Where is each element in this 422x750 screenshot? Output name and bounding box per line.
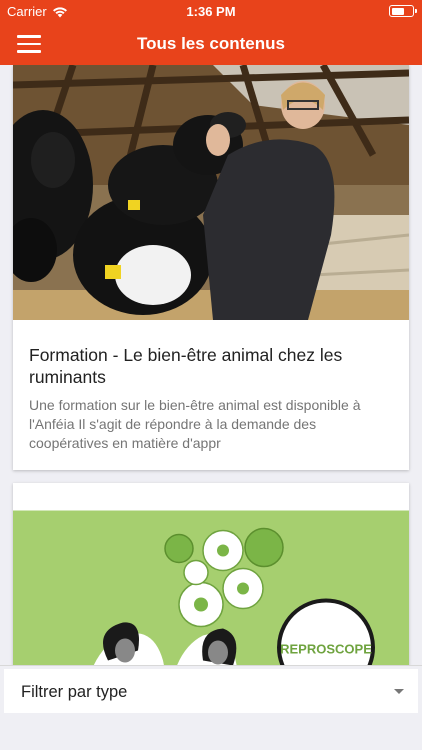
page-title: Tous les contenus: [137, 34, 285, 53]
filter-bar: Filtrer par type: [0, 665, 422, 750]
nav-bar: Tous les contenus: [0, 22, 422, 65]
card-image-reproscope: REPROSCOPE: [13, 510, 409, 665]
filter-label: Filtrer par type: [21, 683, 128, 701]
filter-type-select[interactable]: Filtrer par type: [4, 669, 418, 713]
card-excerpt: Une formation sur le bien-être animal es…: [29, 397, 361, 451]
chevron-down-icon: [394, 689, 404, 694]
status-bar: Carrier 1:36 PM: [0, 0, 422, 22]
content-card[interactable]: Formation - Le bien-être animal chez les…: [13, 65, 409, 470]
battery-icon: [389, 5, 417, 17]
card-title: Formation - Le bien-être animal chez les…: [29, 345, 343, 387]
reproscope-logo: REPROSCOPE: [280, 642, 372, 657]
content-card[interactable]: REPROSCOPE: [13, 483, 409, 665]
content-feed[interactable]: Formation - Le bien-être animal chez les…: [0, 65, 422, 665]
card-body: Formation - Le bien-être animal chez les…: [13, 320, 409, 469]
status-time: 1:36 PM: [186, 4, 236, 19]
card-image-cows: [13, 65, 409, 320]
